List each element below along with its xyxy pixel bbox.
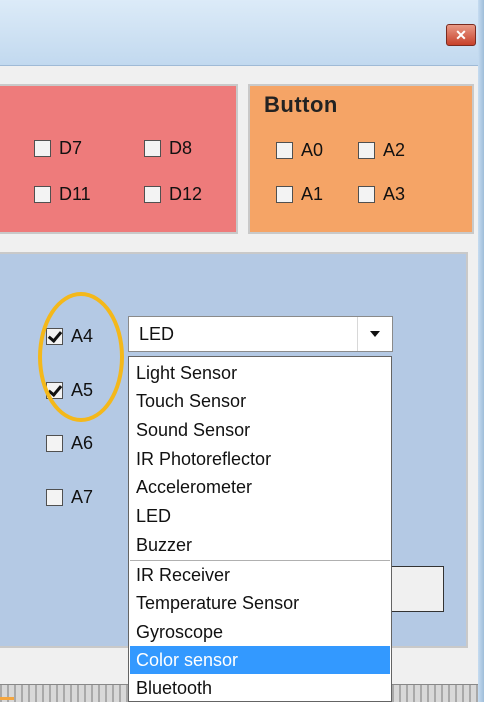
checkbox-d7[interactable]: D7 bbox=[34, 138, 82, 159]
checkbox-label: D11 bbox=[59, 184, 91, 204]
digital-pin-panel: D7 D8 D11 D12 bbox=[0, 84, 238, 234]
highlight-circle bbox=[38, 292, 124, 422]
dropdown-item-selected[interactable]: Color sensor bbox=[130, 646, 390, 674]
checkbox-box[interactable] bbox=[144, 186, 161, 203]
dropdown-item[interactable]: Bluetooth bbox=[130, 674, 390, 702]
checkbox-label: A6 bbox=[71, 433, 94, 453]
checkbox-label: D8 bbox=[169, 138, 193, 158]
dropdown-item[interactable]: IR Receiver bbox=[130, 561, 390, 589]
sensor-type-combobox[interactable]: LED bbox=[128, 316, 393, 352]
dropdown-item[interactable]: Touch Sensor bbox=[130, 387, 390, 415]
checkbox-box[interactable] bbox=[276, 186, 293, 203]
checkbox-box[interactable] bbox=[46, 435, 63, 452]
checkbox-label: A2 bbox=[383, 140, 406, 160]
combobox-value: LED bbox=[139, 324, 175, 344]
window-titlebar: ✕ bbox=[0, 0, 484, 66]
checkbox-d11[interactable]: D11 bbox=[34, 184, 91, 205]
checkbox-label: A3 bbox=[383, 184, 406, 204]
checkbox-box[interactable] bbox=[358, 142, 375, 159]
checkbox-a6[interactable]: A6 bbox=[46, 433, 93, 454]
checkbox-box[interactable] bbox=[34, 140, 51, 157]
dropdown-item[interactable]: Temperature Sensor bbox=[130, 589, 390, 617]
checkbox-label: D12 bbox=[169, 184, 203, 204]
checkbox-box[interactable] bbox=[144, 140, 161, 157]
dropdown-item[interactable]: Accelerometer bbox=[130, 473, 390, 501]
checkbox-box[interactable] bbox=[34, 186, 51, 203]
dropdown-item[interactable]: IR Photoreflector bbox=[130, 445, 390, 473]
button-panel-title: Button bbox=[264, 92, 338, 117]
close-icon: ✕ bbox=[455, 26, 467, 43]
checkbox-box[interactable] bbox=[46, 489, 63, 506]
dropdown-item[interactable]: Sound Sensor bbox=[130, 416, 390, 444]
checkbox-label: A1 bbox=[301, 184, 324, 204]
checkbox-a3[interactable]: A3 bbox=[358, 184, 405, 205]
checkbox-a7[interactable]: A7 bbox=[46, 487, 93, 508]
sensor-dropdown-list[interactable]: Light Sensor Touch Sensor Sound Sensor I… bbox=[128, 356, 392, 702]
checkbox-box[interactable] bbox=[276, 142, 293, 159]
chevron-down-icon bbox=[370, 331, 380, 337]
combobox-dropdown-button[interactable] bbox=[357, 317, 392, 351]
close-button[interactable]: ✕ bbox=[446, 24, 476, 46]
checkbox-a0[interactable]: A0 bbox=[276, 140, 323, 161]
button-panel: Button A0 A2 A1 A3 bbox=[248, 84, 474, 234]
checkbox-a2[interactable]: A2 bbox=[358, 140, 405, 161]
checkbox-label: D7 bbox=[59, 138, 83, 158]
checkbox-label: A7 bbox=[71, 487, 94, 507]
checkbox-box[interactable] bbox=[358, 186, 375, 203]
checkbox-d8[interactable]: D8 bbox=[144, 138, 192, 159]
checkbox-label: A0 bbox=[301, 140, 324, 160]
dropdown-item[interactable]: LED bbox=[130, 502, 390, 530]
checkbox-a1[interactable]: A1 bbox=[276, 184, 323, 205]
status-mark bbox=[0, 697, 14, 700]
dropdown-item[interactable]: Light Sensor bbox=[130, 359, 390, 387]
window-frame-right bbox=[478, 0, 484, 702]
dropdown-item[interactable]: Gyroscope bbox=[130, 618, 390, 646]
checkbox-d12[interactable]: D12 bbox=[144, 184, 202, 205]
dropdown-item[interactable]: Buzzer bbox=[130, 531, 390, 559]
